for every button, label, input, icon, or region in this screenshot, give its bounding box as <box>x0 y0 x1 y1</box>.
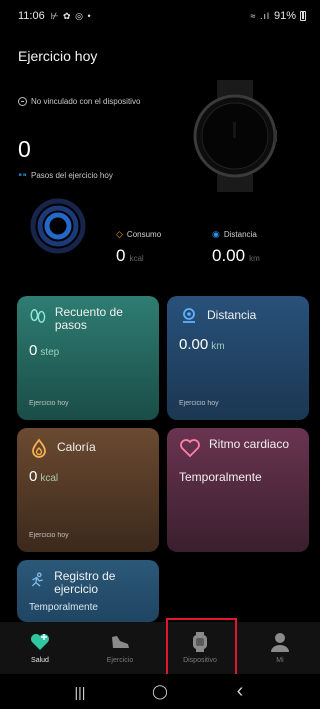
calories-card-title: Caloría <box>57 440 96 454</box>
steps-card[interactable]: Recuento de pasos 0 step Ejercicio hoy <box>17 296 159 420</box>
battery-icon <box>300 11 306 21</box>
battery-level: 91% <box>273 10 296 22</box>
distancia-unit: km <box>249 254 260 263</box>
running-person-icon <box>31 572 43 587</box>
steps-value: 0 <box>18 136 31 162</box>
steps-card-footer: Ejercicio hoy <box>29 400 69 407</box>
footprint-icon: ⁍⁍ <box>18 170 27 180</box>
tab-ejercicio[interactable]: Ejercicio <box>80 622 160 674</box>
system-navigation-bar: ||| ◯ ‹ <box>0 674 320 709</box>
signal-icon: ≈ .ıl <box>250 11 270 21</box>
location-pin-icon <box>183 308 195 323</box>
steps-card-unit: step <box>40 347 60 358</box>
tab-dispositivo-label: Dispositivo <box>183 657 217 664</box>
consumo-label: Consumo <box>126 230 162 239</box>
distance-card-title: Distancia <box>207 308 257 322</box>
exercise-record-card-text: Temporalmente <box>29 602 98 613</box>
watch-icon <box>189 632 211 652</box>
calories-card-value: 0 <box>29 468 38 485</box>
consumo-unit: kcal <box>129 254 144 263</box>
distancia-metric: ◉ Distancia 0.00 km <box>212 229 260 266</box>
back-button[interactable]: ‹ <box>225 680 255 702</box>
notification-icons: ⊬ ✿ ◎ • <box>50 10 92 21</box>
watch-illustration[interactable] <box>193 80 277 192</box>
bottom-tab-bar: Salud Ejercicio Dispositivo Mi <box>0 618 320 676</box>
shoe-icon <box>109 632 131 652</box>
distance-card-footer: Ejercicio hoy <box>179 400 219 407</box>
steps-caption: ⁍⁍ Pasos del ejercicio hoy <box>18 170 113 181</box>
calories-card-footer: Ejercicio hoy <box>29 532 69 539</box>
page-title: Ejercicio hoy <box>18 48 98 64</box>
distance-card[interactable]: Distancia 0.00 km Ejercicio hoy <box>167 296 309 420</box>
unlinked-icon <box>18 97 27 106</box>
recents-button[interactable]: ||| <box>65 682 95 702</box>
tab-salud[interactable]: Salud <box>0 622 80 674</box>
heart-rate-card-title: Ritmo cardiaco <box>209 437 290 451</box>
tab-ejercicio-label: Ejercicio <box>106 657 134 664</box>
flame-icon <box>32 438 46 458</box>
location-icon: ◉ <box>212 229 220 239</box>
steps-card-title: Recuento de pasos <box>54 305 123 332</box>
calories-card[interactable]: Caloría 0 kcal Ejercicio hoy <box>17 428 159 552</box>
steps-caption-label: Pasos del ejercicio hoy <box>31 171 113 180</box>
flame-icon: ◇ <box>116 229 123 239</box>
heart-rate-card-text: Temporalmente <box>179 470 262 484</box>
status-bar: 11:06 ⊬ ✿ ◎ • ≈ .ıl 91% <box>0 0 320 32</box>
tab-mi-label: Mi <box>276 657 284 664</box>
footprints-icon <box>30 309 46 323</box>
device-link-label: No vinculado con el dispositivo <box>31 97 141 106</box>
home-button[interactable]: ◯ <box>145 682 175 702</box>
steps-card-value: 0 <box>29 342 38 359</box>
consumo-value: 0 <box>116 246 126 265</box>
distance-card-value: 0.00 <box>179 336 209 353</box>
heart-plus-icon <box>29 632 51 652</box>
tab-dispositivo[interactable]: Dispositivo <box>160 618 240 676</box>
consumo-metric: ◇ Consumo 0 kcal <box>116 229 161 266</box>
exercise-record-card[interactable]: Registro de ejercicio Temporalmente <box>17 560 159 622</box>
distance-card-unit: km <box>211 341 225 352</box>
activity-rings <box>30 198 86 254</box>
heart-rate-card[interactable]: Ritmo cardiaco Temporalmente <box>167 428 309 552</box>
tab-salud-label: Salud <box>31 657 49 664</box>
person-icon <box>269 632 291 652</box>
tab-mi[interactable]: Mi <box>240 622 320 674</box>
exercise-record-card-title: Registro de ejercicio <box>54 569 116 596</box>
distancia-value: 0.00 <box>212 246 246 265</box>
device-link-status[interactable]: No vinculado con el dispositivo <box>18 97 140 106</box>
calories-card-unit: kcal <box>40 473 59 484</box>
distancia-label: Distancia <box>223 230 257 239</box>
heart-icon <box>180 439 200 458</box>
status-time: 11:06 <box>18 10 45 22</box>
